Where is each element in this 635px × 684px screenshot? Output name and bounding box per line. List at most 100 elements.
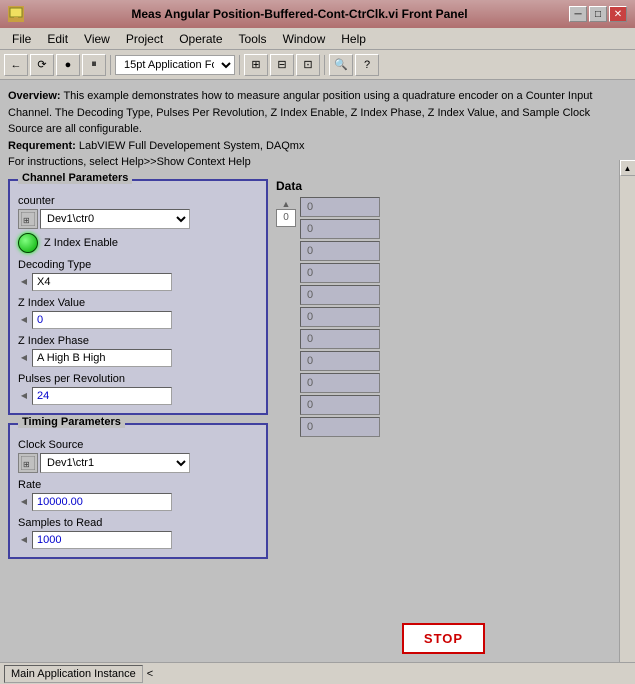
z-index-phase-input[interactable] <box>32 349 172 367</box>
rate-field: ◀ <box>18 493 258 511</box>
back-button[interactable]: ← <box>4 54 28 76</box>
right-panel: Data ▲ 0 0 0 0 0 0 0 0 0 <box>276 179 611 655</box>
menu-window[interactable]: Window <box>275 30 334 48</box>
menu-tools[interactable]: Tools <box>231 30 275 48</box>
pulses-input[interactable] <box>32 387 172 405</box>
channel-parameters-group: Channel Parameters counter ⊞ Dev1\ctr0 <box>8 179 268 415</box>
data-label: Data <box>276 179 611 193</box>
maximize-button[interactable]: □ <box>589 6 607 22</box>
overview-label: Overview: <box>8 90 61 102</box>
z-index-value-label: Z Index Value <box>18 297 258 309</box>
data-field-8: 0 <box>300 373 380 393</box>
counter-select[interactable]: Dev1\ctr0 <box>40 209 190 229</box>
pulses-arrow: ◀ <box>18 390 30 402</box>
app-icon <box>8 6 24 22</box>
z-index-enable-container: Z Index Enable <box>18 233 258 253</box>
decoding-type-input[interactable] <box>32 273 172 291</box>
z-index-led[interactable] <box>18 233 38 253</box>
counter-icon: ⊞ <box>18 209 38 229</box>
data-field-0: 0 <box>300 197 380 217</box>
channel-params-title: Channel Parameters <box>18 172 132 184</box>
timing-parameters-group: Timing Parameters Clock Source ⊞ Dev1\ct… <box>8 423 268 559</box>
data-field-7: 0 <box>300 351 380 371</box>
menu-project[interactable]: Project <box>118 30 171 48</box>
toolbar-separator-2 <box>239 55 240 75</box>
clock-icon: ⊞ <box>18 453 38 473</box>
z-index-value-input[interactable] <box>32 311 172 329</box>
clock-source-dropdown-container: ⊞ Dev1\ctr1 <box>18 453 258 473</box>
timing-params-title: Timing Parameters <box>18 416 125 428</box>
toolbar-btn-1[interactable]: ⊞ <box>244 54 268 76</box>
decoding-arrow: ◀ <box>18 276 30 288</box>
menu-file[interactable]: File <box>4 30 39 48</box>
samples-field: ◀ <box>18 531 258 549</box>
requirement-label: Requrement: <box>8 140 76 152</box>
data-field-2: 0 <box>300 241 380 261</box>
refresh-button[interactable]: ⟳ <box>30 54 54 76</box>
toolbar-btn-2[interactable]: ⊟ <box>270 54 294 76</box>
samples-arrow: ◀ <box>18 534 30 546</box>
data-field-5: 0 <box>300 307 380 327</box>
menu-edit[interactable]: Edit <box>39 30 76 48</box>
z-index-value-field: ◀ <box>18 311 258 329</box>
z-index-phase-field: ◀ <box>18 349 258 367</box>
status-scroll-arrow[interactable]: < <box>147 668 153 680</box>
toolbar-btn-4[interactable]: 🔍 <box>329 54 353 76</box>
minimize-button[interactable]: ─ <box>569 6 587 22</box>
toolbar-btn-5[interactable]: ? <box>355 54 379 76</box>
menu-help[interactable]: Help <box>333 30 374 48</box>
data-field-4: 0 <box>300 285 380 305</box>
main-instance-status: Main Application Instance <box>4 665 143 683</box>
toolbar-btn-3[interactable]: ⊡ <box>296 54 320 76</box>
main-content: Overview: This example demonstrates how … <box>0 80 635 662</box>
counter-label: counter <box>18 195 258 207</box>
menu-operate[interactable]: Operate <box>171 30 230 48</box>
data-field-6: 0 <box>300 329 380 349</box>
pulses-label: Pulses per Revolution <box>18 373 258 385</box>
status-bar: Main Application Instance < <box>0 662 635 684</box>
toolbar-separator-1 <box>110 55 111 75</box>
decoding-type-label: Decoding Type <box>18 259 258 271</box>
title-bar: Meas Angular Position-Buffered-Cont-CtrC… <box>0 0 635 28</box>
counter-dropdown-container: ⊞ Dev1\ctr0 <box>18 209 258 229</box>
scrollbar: ▲ ▼ <box>619 160 635 662</box>
help-text: For instructions, select Help>>Show Cont… <box>8 156 251 168</box>
z-index-value-arrow: ◀ <box>18 314 30 326</box>
toolbar-separator-3 <box>324 55 325 75</box>
data-field-9: 0 <box>300 395 380 415</box>
rate-label: Rate <box>18 479 258 491</box>
close-button[interactable]: ✕ <box>609 6 627 22</box>
samples-input[interactable] <box>32 531 172 549</box>
samples-label: Samples to Read <box>18 517 258 529</box>
data-fields: 0 0 0 0 0 0 0 0 0 0 0 <box>300 197 380 437</box>
left-panels: Channel Parameters counter ⊞ Dev1\ctr0 <box>8 179 268 655</box>
stop-button[interactable]: STOP <box>402 623 485 654</box>
rate-input[interactable] <box>32 493 172 511</box>
z-index-enable-label: Z Index Enable <box>44 237 118 249</box>
window-title: Meas Angular Position-Buffered-Cont-CtrC… <box>30 7 569 21</box>
window-controls: ─ □ ✕ <box>569 6 627 22</box>
decoding-type-field: ◀ <box>18 273 258 291</box>
run-button[interactable]: ● <box>56 54 80 76</box>
overview-text: This example demonstrates how to measure… <box>8 90 592 135</box>
clock-source-label: Clock Source <box>18 439 258 451</box>
z-index-phase-label: Z Index Phase <box>18 335 258 347</box>
svg-text:⊞: ⊞ <box>23 216 30 225</box>
data-field-1: 0 <box>300 219 380 239</box>
overview-section: Overview: This example demonstrates how … <box>8 88 611 171</box>
svg-text:⊞: ⊞ <box>23 460 30 469</box>
clock-source-select[interactable]: Dev1\ctr1 <box>40 453 190 473</box>
z-index-phase-arrow: ◀ <box>18 352 30 364</box>
requirement-text: LabVIEW Full Developement System, DAQmx <box>76 140 305 152</box>
data-field-3: 0 <box>300 263 380 283</box>
data-value-indicator: 0 <box>276 209 296 227</box>
toolbar: ← ⟳ ● ⏸ 15pt Application Font ⊞ ⊟ ⊡ 🔍 ? <box>0 50 635 80</box>
menu-bar: File Edit View Project Operate Tools Win… <box>0 28 635 50</box>
data-field-10: 0 <box>300 417 380 437</box>
font-selector[interactable]: 15pt Application Font <box>115 55 235 75</box>
menu-view[interactable]: View <box>76 30 118 48</box>
data-scroll-arrow[interactable]: ▲ <box>282 199 291 209</box>
pause-button[interactable]: ⏸ <box>82 54 106 76</box>
rate-arrow: ◀ <box>18 496 30 508</box>
scroll-up-button[interactable]: ▲ <box>620 160 635 176</box>
